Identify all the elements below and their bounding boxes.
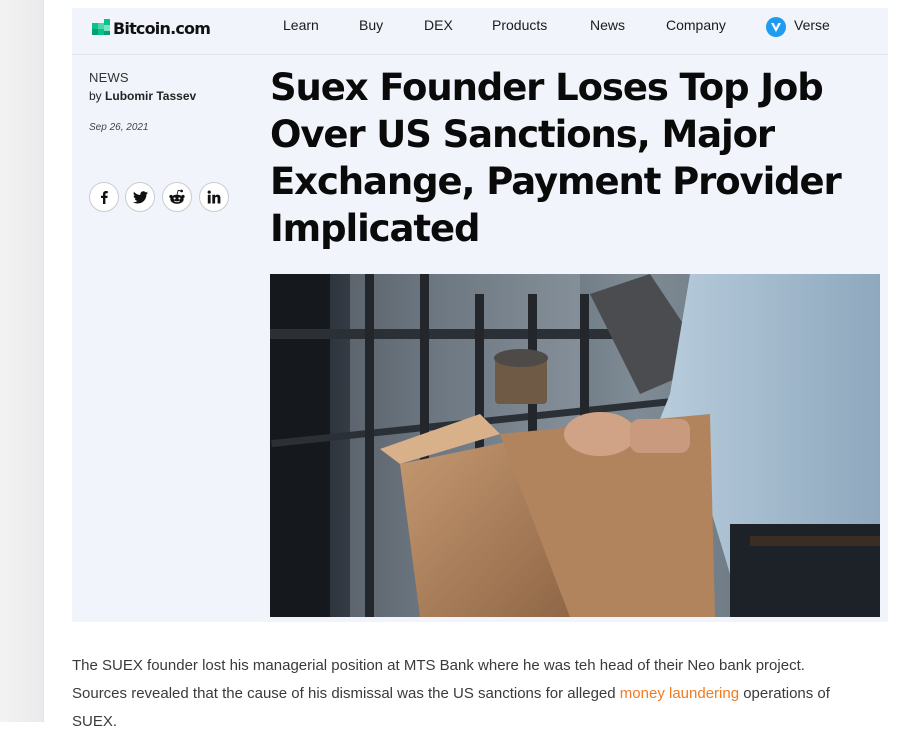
nav-buy[interactable]: Buy [359, 17, 383, 33]
twitter-icon [132, 190, 148, 203]
reddit-icon [169, 189, 185, 204]
author-name[interactable]: Lubomir Tassev [105, 89, 196, 103]
nav-dex[interactable]: DEX [424, 17, 453, 33]
by-prefix: by [89, 89, 102, 103]
bitcoin-logo-icon [92, 19, 110, 35]
linkedin-icon [207, 190, 221, 204]
share-twitter-button[interactable] [125, 182, 155, 212]
article-paragraph: The SUEX founder lost his managerial pos… [72, 652, 862, 736]
nav-learn[interactable]: Learn [283, 17, 319, 33]
nav-company[interactable]: Company [666, 17, 726, 33]
nav-verse[interactable]: Verse [794, 17, 830, 33]
publish-date: Sep 26, 2021 [89, 122, 149, 133]
article-card: Bitcoin.com Learn Buy DEX Products News … [72, 8, 888, 622]
article-title: Suex Founder Loses Top Job Over US Sanct… [270, 66, 842, 250]
left-gutter [0, 0, 44, 722]
site-logo[interactable]: Bitcoin.com [92, 17, 211, 39]
money-laundering-link[interactable]: money laundering [620, 685, 739, 702]
article-hero-image [270, 274, 880, 617]
nav-news[interactable]: News [590, 17, 625, 33]
nav-products[interactable]: Products [492, 17, 547, 33]
verse-icon[interactable] [766, 17, 786, 37]
share-facebook-button[interactable] [89, 182, 119, 212]
logo-text: Bitcoin.com [113, 18, 211, 38]
article-category[interactable]: NEWS [89, 70, 129, 85]
facebook-icon [101, 191, 108, 204]
share-linkedin-button[interactable] [199, 182, 229, 212]
byline: by Lubomir Tassev [89, 89, 196, 103]
top-navigation: Bitcoin.com Learn Buy DEX Products News … [72, 8, 888, 55]
share-reddit-button[interactable] [162, 182, 192, 212]
